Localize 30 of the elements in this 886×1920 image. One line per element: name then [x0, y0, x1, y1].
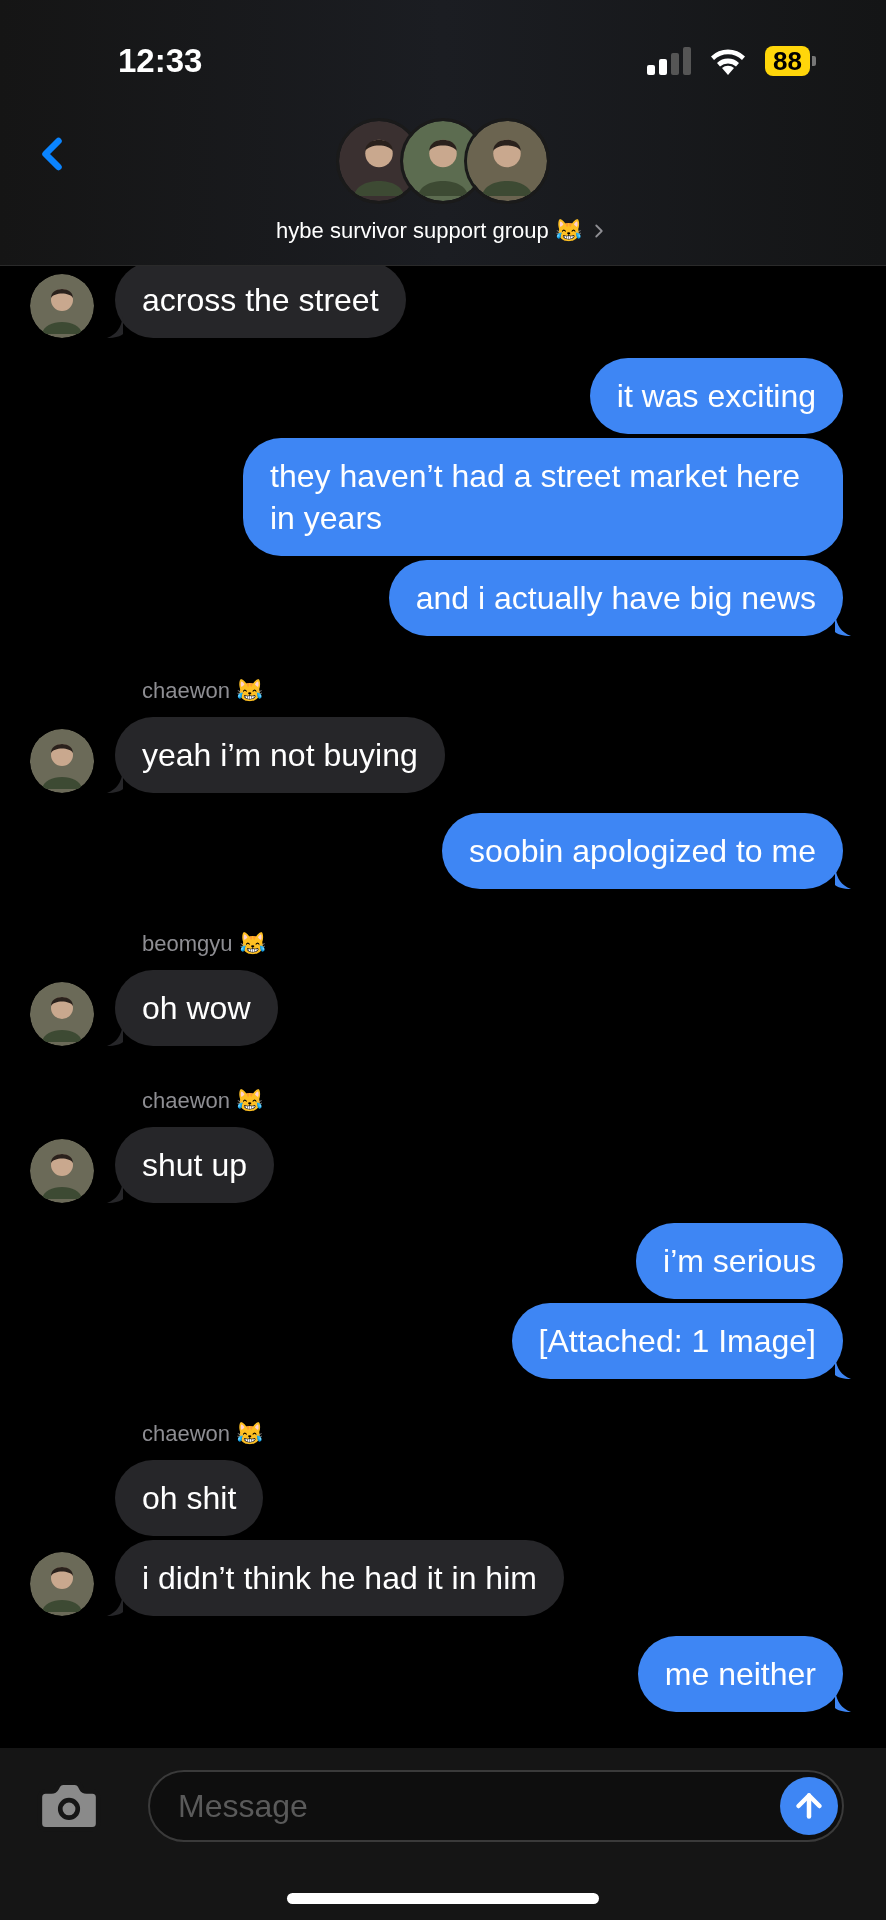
status-time: 12:33: [118, 41, 203, 82]
sender-name: chaewon 😹: [142, 1088, 264, 1113]
battery-level: 88: [765, 46, 810, 76]
avatar: [30, 274, 94, 338]
message-field[interactable]: Message: [148, 1770, 844, 1842]
signal-icon: [647, 47, 692, 75]
message-bubble: shut up: [115, 1127, 274, 1203]
avatar: [30, 1139, 94, 1203]
group-title[interactable]: hybe survivor support group 😹: [276, 214, 610, 247]
avatar: [30, 1552, 94, 1616]
message-bubble: yeah i’m not buying: [115, 717, 445, 793]
sender-name: chaewon 😹: [142, 678, 264, 703]
avatar: [30, 729, 94, 793]
avatar: [30, 982, 94, 1046]
message-bubble: oh shit: [115, 1460, 264, 1536]
message-bubble: across the street: [115, 266, 406, 338]
sender-name: beomgyu 😹: [142, 931, 266, 956]
message-bubble: they haven’t had a street market here in years: [243, 438, 843, 556]
send-button[interactable]: [780, 1777, 838, 1835]
message-bubble: i’m serious: [636, 1223, 843, 1299]
message-bubble: [Attached: 1 Image]: [511, 1303, 843, 1379]
message-bubble: and i actually have big news: [388, 560, 843, 636]
sender-name: chaewon 😹: [142, 1421, 264, 1446]
message-input[interactable]: Message: [178, 1782, 780, 1830]
message-bubble: soobin apologized to me: [442, 813, 843, 889]
message-bubble: oh wow: [115, 970, 278, 1046]
message-bubble: it was exciting: [589, 358, 843, 434]
message-bubble: me neither: [637, 1636, 843, 1712]
message-bubble: i didn’t think he had it in him: [115, 1540, 564, 1616]
wifi-icon: [709, 47, 748, 75]
